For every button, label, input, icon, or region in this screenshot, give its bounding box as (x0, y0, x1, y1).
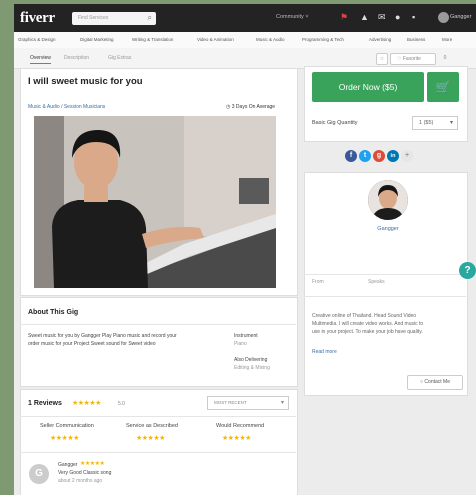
divider (20, 452, 296, 453)
google-plus-icon[interactable]: g (373, 150, 385, 162)
seller-bio-line: Multimedia. I will create video works. A… (312, 321, 424, 327)
seller-name[interactable]: Gangger (368, 226, 408, 232)
search-placeholder: Find Services (78, 15, 109, 21)
sort-value: MOST RECENT (214, 400, 247, 405)
category-item[interactable]: Advertising (369, 37, 391, 42)
reviewer-avatar[interactable]: G (29, 464, 49, 484)
linkedin-icon[interactable]: in (387, 150, 399, 162)
order-now-button[interactable]: Order Now ($5) (312, 72, 424, 102)
tab-description[interactable]: Description (64, 55, 89, 61)
instrument-info: Instrument Piano (234, 332, 258, 348)
chevron-down-icon: ▾ (449, 120, 453, 126)
review-category-stars: ★★★★★ (222, 435, 251, 442)
chevron-down-icon: ▾ (280, 400, 284, 406)
more-share-icon[interactable]: + (401, 150, 413, 162)
tab-overview[interactable]: Overview (30, 55, 51, 64)
notifications-icon[interactable]: ● (395, 12, 400, 22)
search-icon[interactable]: ⌕ (148, 13, 152, 23)
add-to-cart-button[interactable]: 🛒 (427, 72, 459, 102)
contact-me-button[interactable]: ○ Contact Me (407, 375, 463, 390)
cart-icon[interactable]: ▪ (412, 12, 415, 22)
review-category: Service as Described (126, 423, 178, 429)
category-item[interactable]: Music & Audio (256, 37, 285, 42)
divider (304, 274, 466, 275)
chart-icon[interactable]: ▲ (360, 12, 369, 22)
speaks-label: Speaks (368, 279, 385, 285)
fiverr-logo[interactable]: fiverr (20, 10, 55, 27)
category-item[interactable]: More (442, 37, 452, 42)
clock-icon: ◷ (226, 104, 231, 110)
collect-button[interactable]: ☆ (376, 53, 388, 65)
divider (304, 296, 466, 297)
quantity-label: Basic Gig Quantity (312, 120, 358, 126)
review-category-stars: ★★★★★ (50, 435, 79, 442)
gig-photo[interactable] (34, 116, 276, 288)
category-item[interactable]: Programming & Tech (302, 37, 344, 42)
reviewer-stars: ★★★★★ (80, 461, 105, 467)
review-time: about 2 months ago (58, 478, 103, 484)
about-text: Sweet music for you by Gangger Play Pian… (28, 332, 177, 348)
seller-avatar[interactable] (368, 180, 408, 220)
review-text: Very Good Classic song (58, 470, 112, 476)
category-item[interactable]: Video & Animation (197, 37, 234, 42)
review-category: Would Recommend (216, 423, 265, 429)
cart-icon: 🛒 (435, 80, 451, 94)
delivery-text: 3 Days On Average (231, 104, 276, 110)
instrument-label: Instrument (234, 333, 258, 339)
sort-select[interactable]: MOST RECENT ▾ (207, 396, 289, 410)
username[interactable]: Gangger (450, 14, 471, 20)
tab-gig-extras[interactable]: Gig Extras (108, 55, 131, 61)
category-item[interactable]: Writing & Translation (132, 37, 173, 42)
app-window: fiverr Find Services ⌕ Community ˅ ⚑ ▲ ✉… (14, 4, 476, 495)
gig-photo-illustration (34, 116, 276, 288)
favorite-label: ♡ Favorite (397, 56, 421, 62)
user-avatar[interactable] (438, 12, 449, 23)
chat-icon: ○ (420, 379, 424, 385)
quantity-value: 1 ($5) (419, 120, 434, 126)
favorite-count: 0 (443, 55, 447, 61)
instrument-value: Piano (234, 341, 247, 347)
divider (20, 416, 296, 417)
about-heading: About This Gig (28, 309, 79, 316)
twitter-icon[interactable]: t (359, 150, 371, 162)
also-delivering-info: Also Delivering Editing & Mixing (234, 356, 270, 372)
also-delivering-value: Editing & Mixing (234, 365, 270, 371)
community-menu[interactable]: Community ˅ (276, 14, 309, 20)
facebook-icon[interactable]: f (345, 150, 357, 162)
reviews-count: 1 Reviews (28, 400, 62, 407)
reviewer-name[interactable]: Gangger (58, 462, 77, 468)
contact-label: Contact Me (424, 379, 450, 385)
favorite-button[interactable]: ♡ Favorite (390, 53, 436, 65)
divider (20, 324, 296, 325)
category-bar: Graphics & Design Digital Marketing Writ… (14, 32, 476, 49)
top-navbar: fiverr Find Services ⌕ Community ˅ ⚑ ▲ ✉… (14, 4, 476, 32)
review-category: Seller Communication (40, 423, 94, 429)
read-more-link[interactable]: Read more (312, 349, 337, 355)
flag-icon[interactable]: ⚑ (340, 12, 348, 23)
gig-title: I will sweet music for you (28, 76, 143, 87)
seller-bio-line: use in your project. To make your job ha… (312, 329, 423, 335)
search-input[interactable]: Find Services ⌕ (72, 12, 156, 25)
delivery-time: ◷ 3 Days On Average (226, 104, 275, 110)
quantity-select[interactable]: 1 ($5) ▾ (412, 116, 458, 130)
category-item[interactable]: Business (407, 37, 425, 42)
review-category-stars: ★★★★★ (136, 435, 165, 442)
seller-bio-line: Creative online of Thailand. Head Sound … (312, 313, 417, 319)
category-item[interactable]: Graphics & Design (18, 37, 56, 42)
about-text-line: Sweet music for you by Gangger Play Pian… (28, 333, 177, 339)
also-delivering-label: Also Delivering (234, 357, 268, 363)
review-stars: ★★★★★ (72, 400, 101, 407)
category-item[interactable]: Digital Marketing (80, 37, 114, 42)
from-label: From (312, 279, 324, 285)
seller-avatar-illustration (368, 180, 408, 220)
review-rating: 5.0 (118, 401, 125, 407)
messages-icon[interactable]: ✉ (378, 12, 386, 23)
breadcrumb[interactable]: Music & Audio / Session Musicians (28, 104, 105, 110)
about-text-line: order music for your Project Sweet sound… (28, 341, 156, 347)
help-button[interactable]: ? (459, 262, 476, 279)
seller-bio: Creative online of Thailand. Head Sound … (312, 312, 423, 336)
